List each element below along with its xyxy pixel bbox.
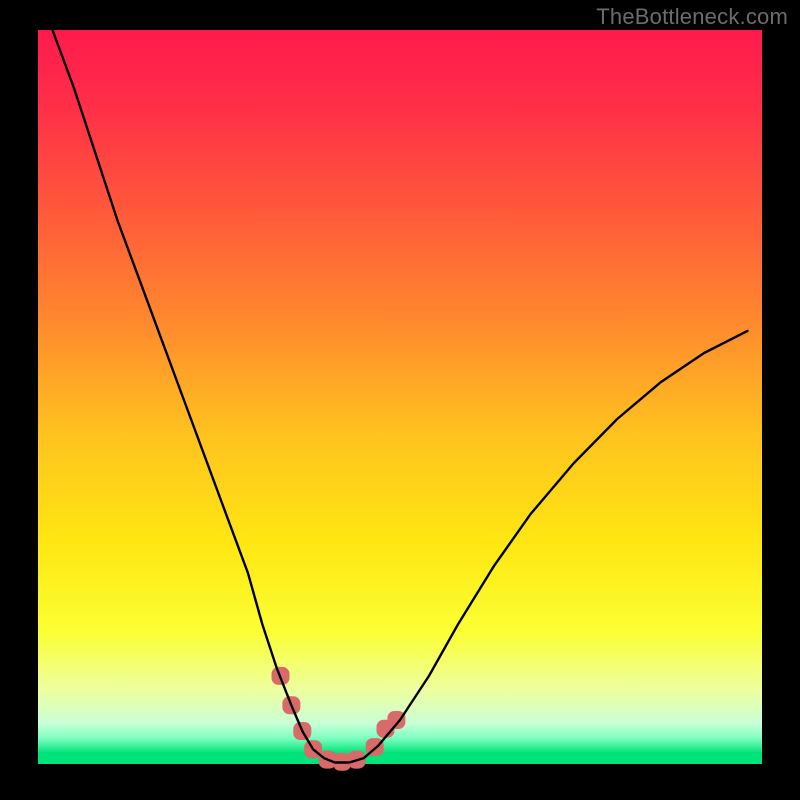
bottleneck-plot — [0, 0, 800, 800]
green-baseline-strip — [38, 754, 762, 764]
gradient-panel — [38, 30, 762, 764]
watermark-text: TheBottleneck.com — [596, 4, 788, 30]
chart-frame: TheBottleneck.com — [0, 0, 800, 800]
marker-dot — [387, 711, 405, 729]
